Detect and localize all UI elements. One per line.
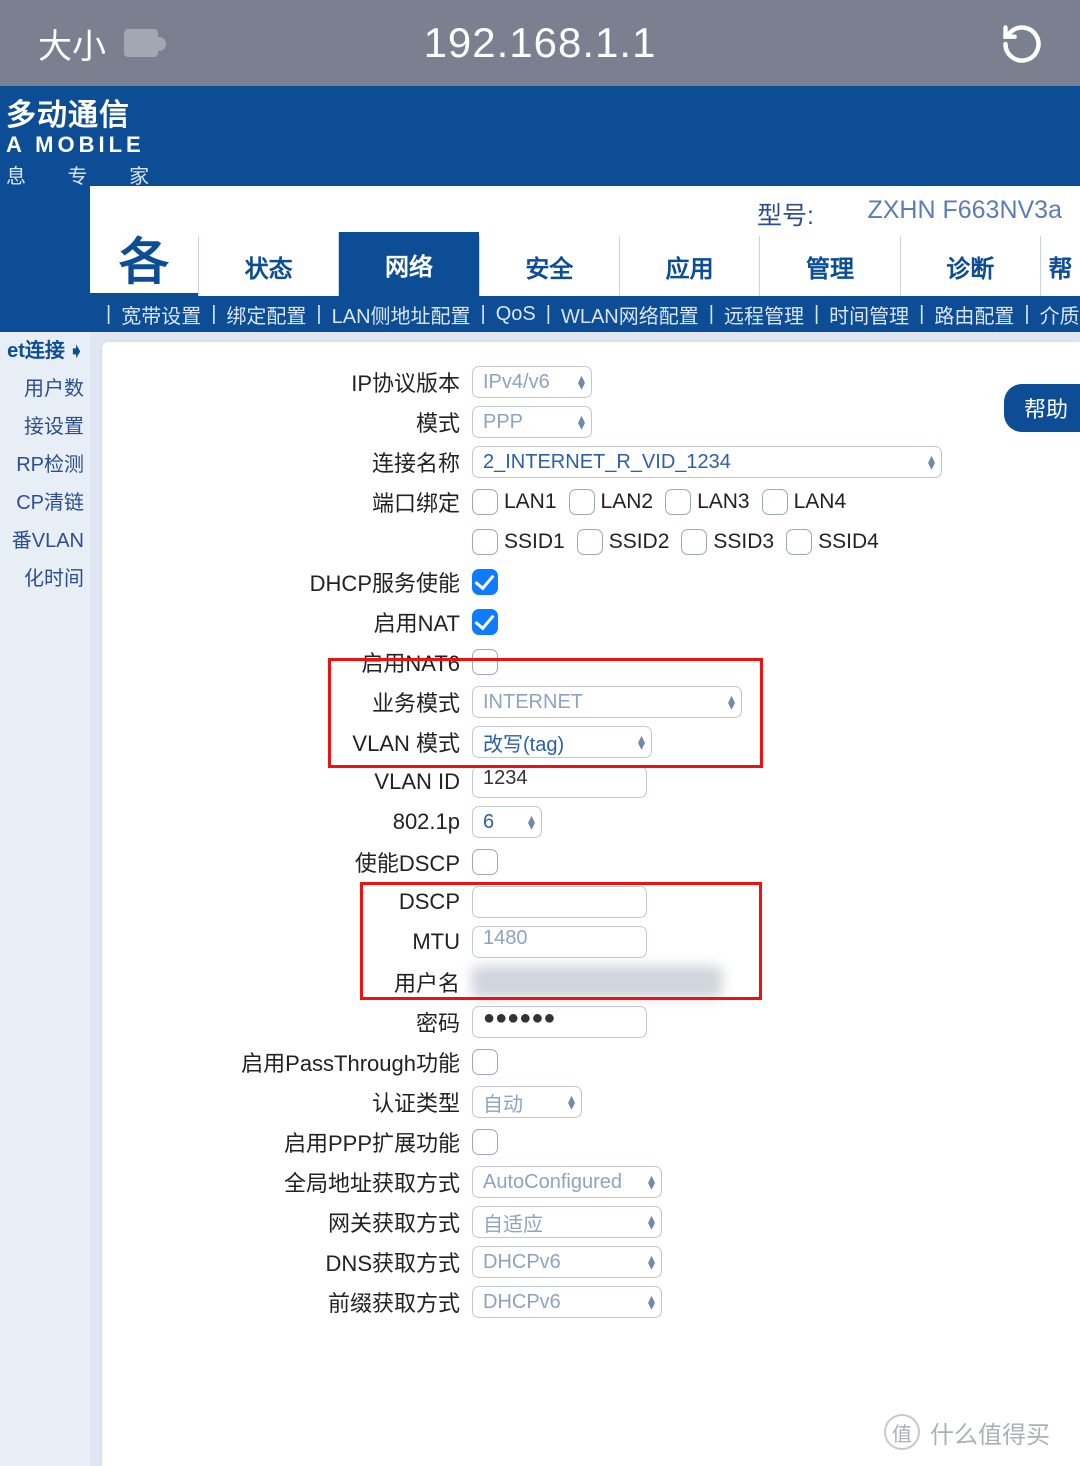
brand-line3: 息 专 家 <box>6 160 1080 189</box>
model-row: 型号: ZXHN F663NV3a <box>90 186 1080 232</box>
tab-网络[interactable]: 网络 <box>338 232 478 296</box>
label-auth-type: 认证类型 <box>132 1086 472 1118</box>
label-port-bind: 端口绑定 <box>132 486 472 518</box>
sidebar-item-6[interactable]: 化时间 <box>0 560 90 598</box>
label-mode: 模式 <box>132 406 472 438</box>
url-display[interactable]: 192.168.1.1 <box>0 19 1080 67</box>
form-panel: 帮助 IP协议版本IPv4/v6▴▾模式PPP▴▾连接名称2_INTERNET_… <box>102 342 1080 1466</box>
sidebar-item-0[interactable]: et连接➧ <box>0 332 90 370</box>
label-prefix: 前缀获取方式 <box>132 1286 472 1318</box>
subnav-WLAN网络配置[interactable]: WLAN网络配置 <box>557 300 703 329</box>
select-8021p[interactable]: 6▴▾ <box>472 806 542 838</box>
label-global-addr: 全局地址获取方式 <box>132 1166 472 1198</box>
tab-帮[interactable]: 帮 <box>1040 236 1080 296</box>
main-nav: 各 状态网络安全应用管理诊断帮 <box>90 232 1080 296</box>
checkbox-lan1[interactable] <box>472 489 498 515</box>
select-ip-version: IPv4/v6▴▾ <box>472 366 592 398</box>
checkbox-dscp-enable[interactable] <box>472 849 498 875</box>
browser-address-bar: 大小 192.168.1.1 <box>0 0 1080 86</box>
checkbox-lan3[interactable] <box>665 489 691 515</box>
watermark-text: 什么值得买 <box>930 1415 1050 1450</box>
subnav-QoS[interactable]: QoS <box>492 303 540 326</box>
content-area: 帮助 IP协议版本IPv4/v6▴▾模式PPP▴▾连接名称2_INTERNET_… <box>90 332 1080 1466</box>
brand-line1: 多动通信 <box>6 90 1080 134</box>
sub-nav: |宽带设置|绑定配置|LAN侧地址配置|QoS|WLAN网络配置|远程管理|时间… <box>90 296 1080 332</box>
highlight-box-vlan <box>328 658 763 768</box>
label-passthrough: 启用PassThrough功能 <box>132 1046 472 1078</box>
model-value: ZXHN F663NV3a <box>867 196 1062 225</box>
watermark: 值 什么值得买 <box>884 1414 1050 1450</box>
watermark-badge: 值 <box>884 1414 920 1450</box>
subnav-宽带设置[interactable]: 宽带设置 <box>117 300 205 329</box>
checkbox-ppp-ext[interactable] <box>472 1129 498 1155</box>
checkbox-ssid3[interactable] <box>681 529 707 555</box>
model-label: 型号: <box>757 196 814 232</box>
label-conn-name: 连接名称 <box>132 446 472 478</box>
label-8021p: 802.1p <box>132 809 472 835</box>
subnav-介质参数[interactable]: 介质参数 <box>1036 300 1080 329</box>
checkbox-nat[interactable] <box>472 609 498 635</box>
label-dhcp-enable: DHCP服务使能 <box>132 566 472 598</box>
checkbox-ssid2[interactable] <box>577 529 603 555</box>
reload-button[interactable] <box>1000 22 1044 71</box>
tab-状态[interactable]: 状态 <box>198 236 338 296</box>
sidebar-item-1[interactable]: 用户数 <box>0 370 90 408</box>
page-glyph: 各 <box>90 232 198 293</box>
select-global-addr: AutoConfigured▴▾ <box>472 1166 662 1198</box>
label-dns: DNS获取方式 <box>132 1246 472 1278</box>
checkbox-ssid4[interactable] <box>786 529 812 555</box>
subnav-路由配置[interactable]: 路由配置 <box>930 300 1018 329</box>
select-auth-type: 自动▴▾ <box>472 1086 582 1118</box>
checkbox-ssid1[interactable] <box>472 529 498 555</box>
label-ppp-ext: 启用PPP扩展功能 <box>132 1126 472 1158</box>
label-password: 密码 <box>132 1006 472 1038</box>
sidebar-item-2[interactable]: 接设置 <box>0 408 90 446</box>
tab-安全[interactable]: 安全 <box>479 236 619 296</box>
subnav-时间管理[interactable]: 时间管理 <box>825 300 913 329</box>
select-gateway: 自适应▴▾ <box>472 1206 662 1238</box>
tab-管理[interactable]: 管理 <box>759 236 899 296</box>
help-button[interactable]: 帮助 <box>1004 384 1080 432</box>
select-dns: DHCPv6▴▾ <box>472 1246 662 1278</box>
sidebar-item-4[interactable]: CP清链 <box>0 484 90 522</box>
label-dscp-enable: 使能DSCP <box>132 846 472 878</box>
brand-header: 多动通信 A MOBILE 息 专 家 <box>0 86 1080 186</box>
input-vlan-id[interactable]: 1234 <box>472 766 647 798</box>
select-conn-name[interactable]: 2_INTERNET_R_VID_1234▴▾ <box>472 446 942 478</box>
subnav-LAN侧地址配置[interactable]: LAN侧地址配置 <box>328 300 475 329</box>
select-mode: PPP▴▾ <box>472 406 592 438</box>
highlight-box-credentials <box>360 882 762 1000</box>
checkbox-dhcp-enable[interactable] <box>472 569 498 595</box>
label-gateway: 网关获取方式 <box>132 1206 472 1238</box>
checkbox-lan2[interactable] <box>569 489 595 515</box>
current-arrow-icon: ➧ <box>65 341 84 361</box>
checkbox-passthrough[interactable] <box>472 1049 498 1075</box>
label-nat: 启用NAT <box>132 606 472 638</box>
sidebar-item-3[interactable]: RP检测 <box>0 446 90 484</box>
sidebar-item-5[interactable]: 番VLAN <box>0 522 90 560</box>
subnav-远程管理[interactable]: 远程管理 <box>720 300 808 329</box>
tab-诊断[interactable]: 诊断 <box>900 236 1040 296</box>
tab-应用[interactable]: 应用 <box>619 236 759 296</box>
select-prefix: DHCPv6▴▾ <box>472 1286 662 1318</box>
sidebar: et连接➧用户数接设置RP检测CP清链番VLAN化时间 <box>0 332 90 1466</box>
label-ip-version: IP协议版本 <box>132 366 472 398</box>
label-vlan-id: VLAN ID <box>132 769 472 795</box>
subnav-绑定配置[interactable]: 绑定配置 <box>222 300 310 329</box>
checkbox-lan4[interactable] <box>762 489 788 515</box>
input-password[interactable]: ●●●●●● <box>472 1006 647 1038</box>
brand-line2: A MOBILE <box>6 132 1080 158</box>
